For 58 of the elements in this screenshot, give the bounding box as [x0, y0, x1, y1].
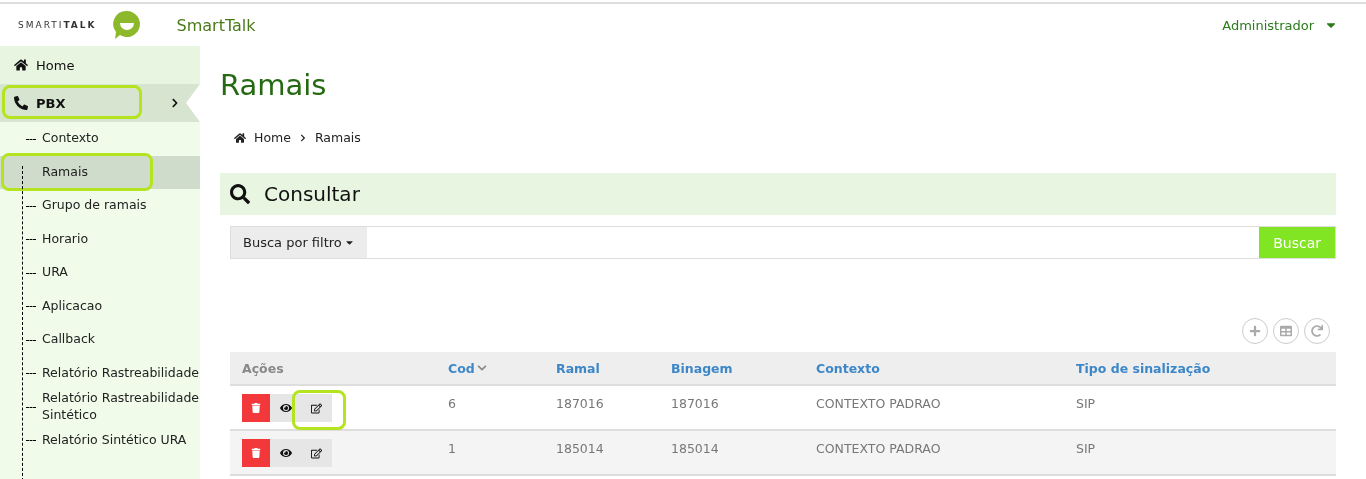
- delete-button[interactable]: [242, 394, 270, 422]
- table-cell-text: SIP: [1075, 440, 1097, 456]
- trash-icon: [251, 448, 261, 458]
- columns-button[interactable]: [1273, 318, 1299, 344]
- edit-button[interactable]: [301, 439, 332, 467]
- filter-dropdown-button[interactable]: Busca por filtro: [231, 227, 367, 258]
- table-cell-text: 185014: [555, 440, 605, 456]
- plus-icon: [1249, 325, 1261, 337]
- phone-icon: [14, 96, 28, 110]
- breadcrumb-link[interactable]: Ramais: [314, 130, 361, 145]
- speech-bubble-logo-icon: [110, 9, 143, 41]
- refresh-icon: [1311, 325, 1323, 337]
- view-button[interactable]: [270, 439, 301, 467]
- sort-icon: [476, 363, 487, 373]
- submenu-item[interactable]: Callback: [0, 323, 200, 357]
- edit-icon: [311, 402, 322, 414]
- app-name: SmartTalk: [176, 15, 256, 35]
- eye-icon: [279, 447, 292, 459]
- submenu-item[interactable]: Horario: [0, 222, 200, 256]
- edit-icon: [311, 447, 322, 459]
- table-cell-text: 187016: [555, 395, 605, 411]
- table-icon: [1280, 325, 1292, 337]
- eye-icon: [279, 402, 292, 414]
- submenu-item[interactable]: Aplicacao: [0, 289, 200, 323]
- chevron-icon: [298, 133, 307, 142]
- table-cell-text: 6: [447, 395, 457, 411]
- table-cell-text: 185014: [670, 440, 720, 456]
- sidebar-item[interactable]: PBX: [0, 84, 200, 122]
- refresh-button[interactable]: [1304, 318, 1330, 344]
- table-cell-text: 1: [447, 440, 457, 456]
- breadcrumb-link[interactable]: Home: [254, 130, 291, 145]
- home-icon: [234, 131, 246, 144]
- add-button[interactable]: [1242, 318, 1268, 344]
- selection-pointer: [186, 84, 200, 122]
- table-cell-text: 187016: [670, 395, 720, 411]
- submenu-item[interactable]: Ramais: [0, 155, 200, 189]
- column-header: Ações: [241, 360, 285, 376]
- submenu-item[interactable]: Relatório Rastreabilidade Sintético: [0, 390, 200, 424]
- submenu-item[interactable]: Contexto: [0, 122, 200, 156]
- search-field[interactable]: Busca por filtro Buscar: [230, 226, 1336, 259]
- page-title: Ramais: [220, 68, 328, 102]
- chevron-icon: [170, 98, 180, 108]
- submenu-item[interactable]: Relatório Rastreabilidade: [0, 356, 200, 390]
- sidebar-item[interactable]: Home: [0, 46, 200, 84]
- submenu-item[interactable]: URA: [0, 256, 200, 290]
- edit-button[interactable]: [301, 394, 332, 422]
- table-cell-text: CONTEXTO PADRAO: [815, 440, 942, 456]
- table-cell-text: SIP: [1075, 395, 1097, 411]
- panel-title: Consultar: [264, 182, 360, 206]
- logo-wordmark: SMARTITALK: [18, 20, 97, 30]
- search-icon: [230, 184, 250, 204]
- user-menu[interactable]: Administrador: [1222, 17, 1338, 33]
- delete-button[interactable]: [242, 439, 270, 467]
- home-icon: [14, 58, 28, 72]
- table-cell-text: CONTEXTO PADRAO: [815, 395, 942, 411]
- submenu-item[interactable]: Grupo de ramais: [0, 189, 200, 223]
- trash-icon: [251, 403, 261, 413]
- submenu-item[interactable]: Relatório Sintético URA: [0, 423, 200, 457]
